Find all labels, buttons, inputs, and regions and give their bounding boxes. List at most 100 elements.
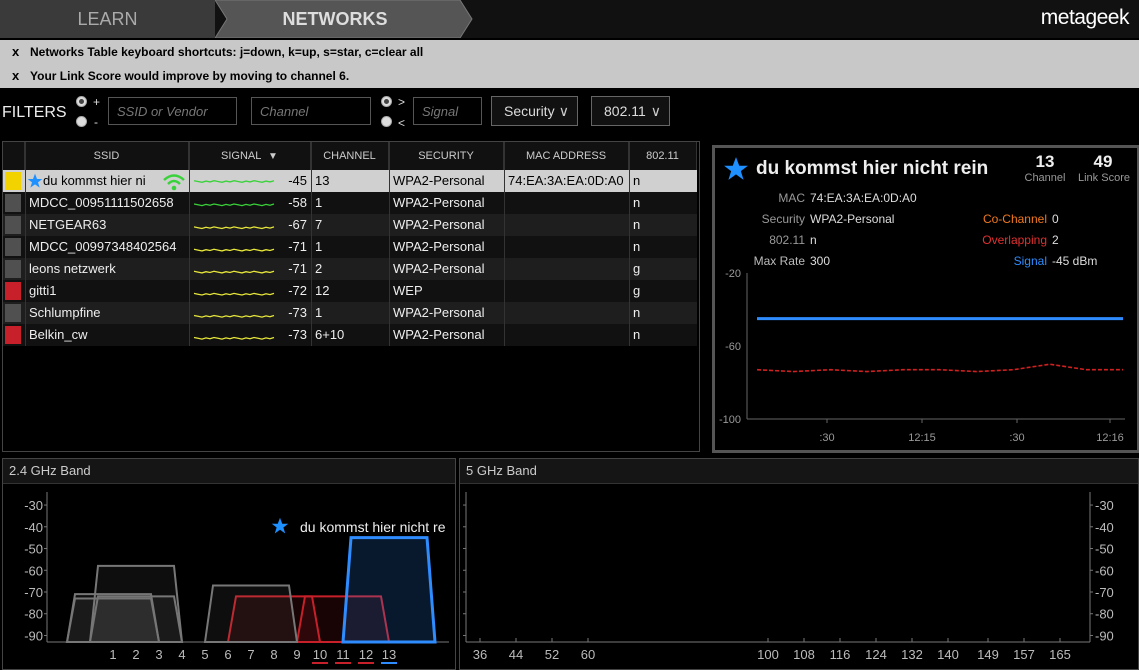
tab-networks[interactable]: NETWORKS (215, 0, 455, 38)
tab-learn[interactable]: LEARN (0, 0, 215, 38)
metageek-logo: metageek (1040, 6, 1130, 29)
table-row[interactable]: du kommst hier ni -45 13 WPA2-Personal 74:EA… (3, 170, 697, 192)
column-header-channel[interactable]: CHANNEL (311, 142, 389, 170)
channel-cell: 13 (315, 173, 330, 188)
security-cell: WPA2-Personal (393, 327, 485, 342)
channel-filter-input[interactable]: Channel (251, 97, 371, 125)
security-cell: WPA2-Personal (393, 305, 485, 320)
include-radio[interactable] (76, 96, 87, 107)
signal-sparkline (193, 292, 275, 296)
channel-cell: 1 (315, 239, 323, 254)
x-tick-label: 12 (359, 647, 373, 662)
column-header-signal[interactable]: SIGNAL ▼ (189, 142, 311, 170)
y-tick-label: -80 (1095, 607, 1114, 622)
x-tick-label: 8 (270, 647, 277, 662)
mode-select-label: 802.11 (604, 103, 646, 119)
signal-sparkline (193, 314, 275, 318)
detail-channel-value: 13 (1035, 152, 1055, 171)
signal-cell: -71 (288, 239, 307, 254)
security-label: Security (761, 212, 805, 226)
x-tick-label: 108 (793, 647, 815, 662)
signal-sparkline (193, 203, 275, 207)
filters-label: FILTERS (2, 104, 67, 121)
security-cell: WPA2-Personal (393, 173, 485, 188)
star-icon (271, 517, 289, 534)
network-color-swatch[interactable] (5, 326, 21, 344)
x-tick-label: 4 (178, 647, 185, 662)
y-tick-label: -40 (24, 520, 43, 535)
band-24ghz-panel: 2.4 GHz Band -30 -40 -50 -60 -70 -80 -90 1 2 3 4 5 6… (2, 458, 456, 670)
mac-cell (508, 324, 628, 346)
signal-gt-radio[interactable] (381, 96, 392, 107)
ssid-filter-input[interactable]: SSID or Vendor (108, 97, 237, 125)
y-tick-label: -90 (1095, 628, 1114, 643)
table-row[interactable]: leons netzwerk -71 2 WPA2-Personal g (3, 258, 697, 280)
close-notice-icon[interactable]: x (12, 64, 19, 88)
y-tick-label: -60 (24, 563, 43, 578)
star-icon[interactable] (27, 173, 43, 189)
table-row[interactable]: gitti1 -72 12 WEP g (3, 280, 697, 302)
close-notice-icon[interactable]: x (12, 40, 19, 64)
lt-label: < (398, 116, 406, 130)
ssid-cell: leons netzwerk (29, 261, 116, 276)
ssid-cell: MDCC_00951111502658 (29, 195, 174, 210)
mode-cell: n (633, 173, 641, 188)
overlap-series-line (756, 363, 1123, 373)
top-nav-bar: LEARN NETWORKS metageek (0, 0, 1139, 38)
security-filter-select[interactable]: Security ∨ (491, 96, 578, 126)
signal-filter-input[interactable]: Signal (413, 97, 482, 125)
x-tick-label: 9 (293, 647, 300, 662)
signal-cell: -58 (288, 195, 307, 210)
column-header-mac[interactable]: MAC ADDRESS (504, 142, 629, 170)
column-header-security[interactable]: SECURITY (389, 142, 504, 170)
y-tick-label: -70 (1095, 585, 1114, 600)
security-value: WPA2-Personal (810, 212, 895, 226)
y-tick-label: -20 (725, 268, 741, 280)
notice-channel: x Your Link Score would improve by movin… (0, 64, 1139, 88)
table-row[interactable]: Schlumpfine -73 1 WPA2-Personal n (3, 302, 697, 324)
network-color-swatch[interactable] (5, 260, 21, 278)
overlapping-label: Overlapping (982, 233, 1047, 247)
star-icon[interactable] (723, 156, 749, 182)
network-color-swatch[interactable] (5, 172, 21, 190)
column-header-mode[interactable]: 802.11 (629, 142, 697, 170)
mac-cell (508, 214, 628, 236)
signal-lt-radio[interactable] (381, 116, 392, 127)
band-5ghz-chart: -30 -40 -50 -60 -70 -80 -90 36 44 52 60 100 108 116 12… (463, 492, 1114, 662)
table-row[interactable]: MDCC_00951111502658 -58 1 WPA2-Personal n (3, 192, 697, 214)
column-header-ssid[interactable]: SSID (25, 142, 189, 170)
detail-ssid: du kommst hier nicht rein (756, 158, 989, 179)
x-tick-label: 3 (155, 647, 162, 662)
network-detail-panel: du kommst hier nicht rein 13 Channel 49 … (712, 145, 1139, 453)
x-tick-label: 10 (313, 647, 327, 662)
network-color-swatch[interactable] (5, 238, 21, 256)
network-color-swatch[interactable] (5, 282, 21, 300)
chevron-down-icon: ∨ (558, 103, 569, 119)
gt-label: > (398, 95, 406, 109)
cochannel-value: 0 (1052, 212, 1059, 226)
network-color-swatch[interactable] (5, 216, 21, 234)
x-tick-label: 124 (865, 647, 887, 662)
y-tick-label: -70 (24, 585, 43, 600)
exclude-radio[interactable] (76, 116, 87, 127)
channel-cell: 1 (315, 305, 323, 320)
y-tick-label: -30 (24, 498, 43, 513)
channel-cell: 1 (315, 195, 323, 210)
y-tick-label: -50 (24, 542, 43, 557)
mode-value: n (810, 233, 817, 247)
mac-cell (508, 280, 628, 302)
network-color-swatch[interactable] (5, 194, 21, 212)
detail-score-value: 49 (1093, 152, 1113, 171)
mode-cell: n (633, 327, 641, 342)
channel-cell: 12 (315, 283, 330, 298)
table-row[interactable]: MDCC_00997348402564 -71 1 WPA2-Personal n (3, 236, 697, 258)
security-cell: WPA2-Personal (393, 217, 485, 232)
network-color-swatch[interactable] (5, 304, 21, 322)
table-row[interactable]: Belkin_cw -73 6+10 WPA2-Personal n (3, 324, 697, 346)
security-cell: WPA2-Personal (393, 261, 485, 276)
signal-sparkline (193, 270, 275, 274)
mode-filter-select[interactable]: 802.11 ∨ (591, 96, 670, 126)
table-row[interactable]: NETGEAR63 -67 7 WPA2-Personal n (3, 214, 697, 236)
channel-cell: 2 (315, 261, 323, 276)
networks-table: SSID SIGNAL ▼ CHANNEL SECURITY MAC ADDRE… (2, 141, 700, 452)
